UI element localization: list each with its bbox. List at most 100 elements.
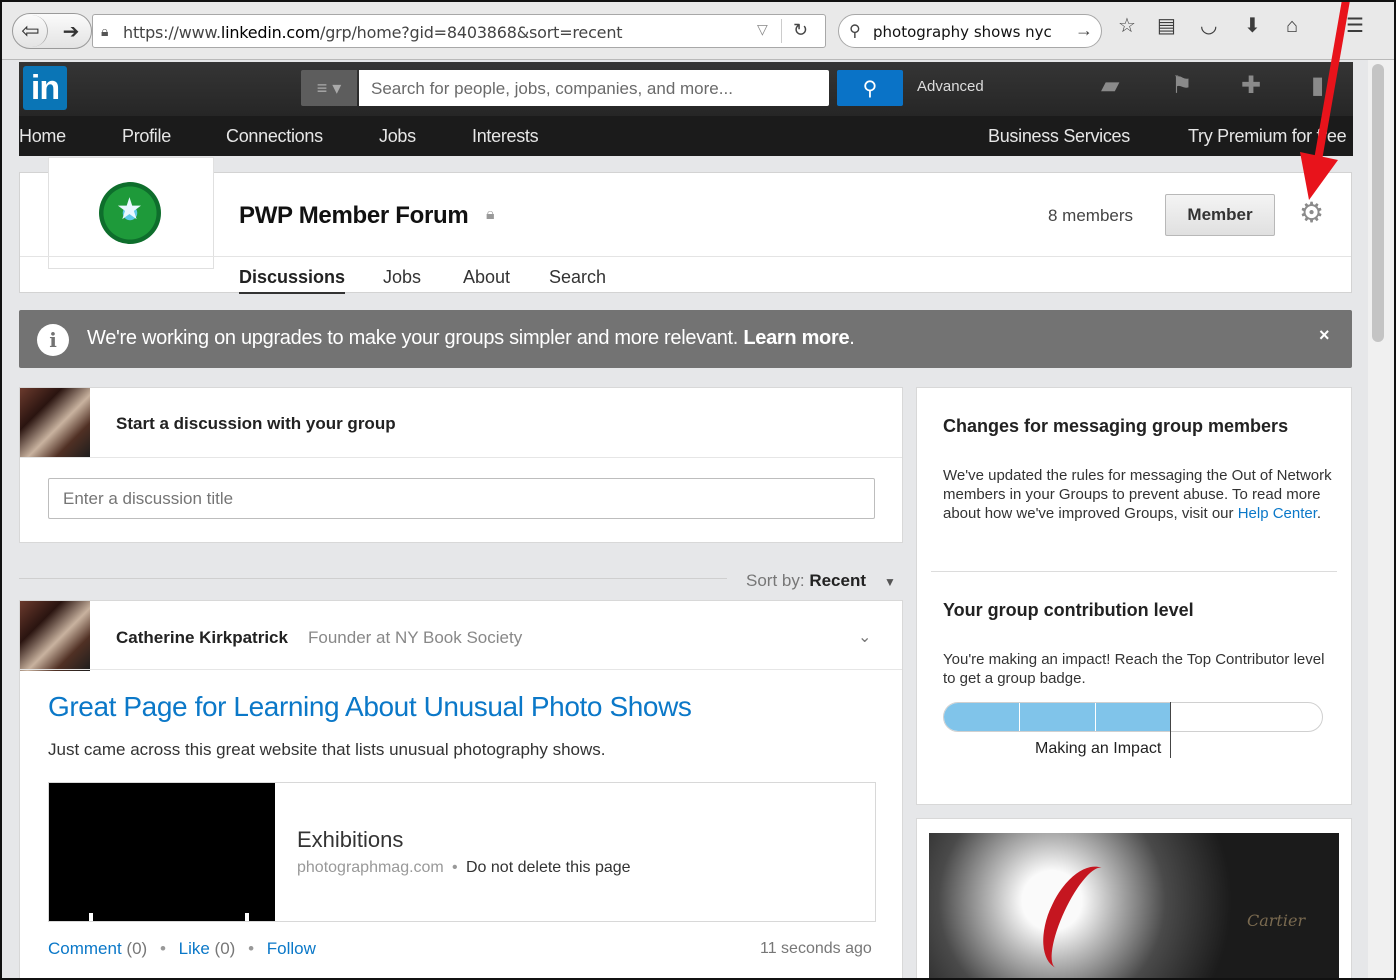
nav-business-services[interactable]: Business Services — [988, 126, 1130, 147]
post-author-name[interactable]: Catherine Kirkpatrick — [116, 628, 288, 648]
notifications-flag-icon[interactable]: ⚑ — [1171, 74, 1193, 98]
address-url[interactable]: https://www.linkedin.com/grp/home?gid=84… — [123, 23, 623, 42]
messages-icon[interactable]: ▰ — [1101, 74, 1119, 98]
post-body-text: Just came across this great website that… — [48, 740, 606, 759]
nav-jobs[interactable]: Jobs — [379, 126, 416, 147]
search-placeholder: Search for people, jobs, companies, and … — [371, 79, 733, 98]
advanced-search-link[interactable]: Advanced — [917, 78, 984, 95]
sidebar-info-card: Changes for messaging group members We'v… — [916, 387, 1352, 805]
group-member-count[interactable]: 8 members — [1048, 206, 1133, 226]
help-center-link[interactable]: Help Center — [1238, 505, 1317, 522]
browser-search-bar[interactable]: ⚲ photography shows nyc → — [838, 14, 1102, 48]
nav-try-premium[interactable]: Try Premium for free — [1188, 126, 1347, 147]
member-button[interactable]: Member — [1165, 194, 1275, 236]
comment-link[interactable]: Comment — [48, 939, 122, 958]
follow-link[interactable]: Follow — [267, 939, 316, 958]
arrow-left-icon: ⇦ — [21, 18, 40, 43]
contribution-level-label: Making an Impact — [1035, 740, 1162, 757]
sidebar-ad[interactable]: Cartier — [916, 818, 1352, 980]
post-divider — [20, 669, 902, 670]
meter-level-marker — [1170, 702, 1171, 758]
group-logo-frame — [48, 157, 214, 269]
close-icon[interactable]: × — [1319, 325, 1330, 346]
composer-divider — [20, 457, 902, 458]
download-icon[interactable]: ⬇ — [1244, 16, 1261, 36]
group-header: PWP Member Forum 🔒︎ 8 members Member ⚙ D… — [19, 157, 1352, 294]
tab-discussions[interactable]: Discussions — [239, 267, 346, 294]
sidebar-divider — [931, 571, 1337, 572]
group-title[interactable]: PWP Member Forum — [239, 202, 469, 230]
page-scrollbar-thumb[interactable] — [1372, 64, 1384, 342]
gear-icon[interactable]: ⚙ — [1299, 199, 1324, 227]
reload-icon[interactable]: ↻ — [793, 20, 808, 41]
group-header-divider — [20, 256, 1351, 257]
chevron-down-icon[interactable]: ▼ — [884, 575, 896, 589]
pocket-icon[interactable]: ◡ — [1200, 16, 1217, 36]
add-connections-icon[interactable]: ✚ — [1241, 74, 1261, 98]
bookmark-star-icon[interactable]: ☆ — [1118, 16, 1136, 36]
address-bar[interactable]: 🔒︎ https://www.linkedin.com/grp/home?gid… — [92, 14, 826, 48]
learn-more-link[interactable]: Learn more — [743, 327, 849, 349]
account-avatar-icon[interactable]: ▮ — [1311, 74, 1324, 98]
discussion-post: Catherine Kirkpatrick Founder at NY Book… — [19, 600, 903, 980]
browser-search-input[interactable]: photography shows nyc — [873, 23, 1052, 41]
post-actions-bar: Comment (0) • Like (0) • Follow — [48, 939, 316, 959]
arrow-right-icon: ➔ — [62, 20, 80, 43]
tab-jobs[interactable]: Jobs — [383, 267, 421, 288]
post-title-link[interactable]: Great Page for Learning About Unusual Ph… — [48, 691, 692, 723]
contribution-meter-fill — [944, 703, 1171, 731]
linkedin-search-button[interactable]: ⚲ — [837, 70, 903, 106]
messaging-changes-title: Changes for messaging group members — [943, 416, 1289, 436]
sort-control[interactable]: Sort by: Recent — [746, 571, 866, 591]
upgrade-notice-banner: i We're working on upgrades to make your… — [19, 310, 1352, 368]
back-button[interactable]: ⇦ — [14, 15, 48, 47]
linkedin-logo[interactable]: in — [23, 66, 67, 110]
like-link[interactable]: Like — [179, 939, 210, 958]
magnifier-icon: ⚲ — [849, 23, 861, 40]
nav-profile[interactable]: Profile — [122, 126, 171, 147]
list-menu-icon: ≡ ▾ — [316, 77, 342, 98]
messaging-changes-text: We've updated the rules for messaging th… — [943, 467, 1332, 522]
ad-image[interactable]: Cartier — [929, 833, 1339, 980]
search-category-menu[interactable]: ≡ ▾ — [301, 70, 357, 106]
linkedin-header: in ≡ ▾ Search for people, jobs, companie… — [19, 62, 1353, 116]
separator-dot: • — [248, 939, 255, 958]
browser-toolbar: ⇦ ➔ 🔒︎ https://www.linkedin.com/grp/home… — [0, 0, 1396, 60]
notice-text: We're working on upgrades to make your g… — [87, 327, 855, 349]
search-go-icon[interactable]: → — [1075, 20, 1093, 41]
menu-icon[interactable]: ☰ — [1346, 16, 1364, 36]
link-preview-title[interactable]: Exhibitions — [297, 827, 403, 853]
post-author-headline: Founder at NY Book Society — [308, 628, 523, 647]
nav-home[interactable]: Home — [19, 126, 66, 147]
ad-brand-text: Cartier — [1247, 911, 1306, 930]
forward-button[interactable]: ➔ — [56, 15, 86, 47]
separator-dot: • — [159, 939, 166, 958]
nav-interests[interactable]: Interests — [472, 126, 539, 147]
post-options-chevron-icon[interactable]: ⌄ — [858, 627, 871, 647]
reading-list-icon[interactable]: ▤ — [1157, 16, 1176, 36]
linkedin-search-input[interactable]: Search for people, jobs, companies, and … — [359, 70, 829, 106]
discussion-title-input[interactable] — [48, 478, 875, 519]
home-icon[interactable]: ⌂ — [1286, 16, 1298, 36]
link-preview-description: Do not delete this page — [466, 859, 631, 876]
meter-segment — [1019, 703, 1020, 731]
contribution-level-title: Your group contribution level — [943, 600, 1194, 620]
group-logo-icon[interactable] — [99, 182, 161, 244]
contribution-level-text: You're making an impact! Reach the Top C… — [943, 651, 1325, 687]
shared-link-preview[interactable]: Exhibitions photographmag.com • Do not d… — [48, 782, 876, 922]
author-avatar[interactable] — [20, 601, 90, 671]
search-icon: ⚲ — [862, 77, 878, 100]
tab-about[interactable]: About — [463, 267, 510, 288]
link-preview-domain: photographmag.com — [297, 859, 444, 876]
linkedin-primary-nav: Home Profile Connections Jobs Interests … — [19, 116, 1353, 156]
composer-title: Start a discussion with your group — [116, 414, 396, 433]
history-dropdown-icon[interactable]: ▽ — [757, 21, 768, 38]
nav-connections[interactable]: Connections — [226, 126, 323, 147]
meter-segment — [1095, 703, 1096, 731]
ad-ribbon-graphic — [1028, 855, 1130, 980]
discussion-composer: Start a discussion with your group — [19, 387, 903, 543]
avatar[interactable] — [20, 388, 90, 458]
tab-search[interactable]: Search — [549, 267, 606, 288]
link-thumbnail[interactable] — [49, 783, 275, 921]
like-count: (0) — [214, 939, 236, 958]
